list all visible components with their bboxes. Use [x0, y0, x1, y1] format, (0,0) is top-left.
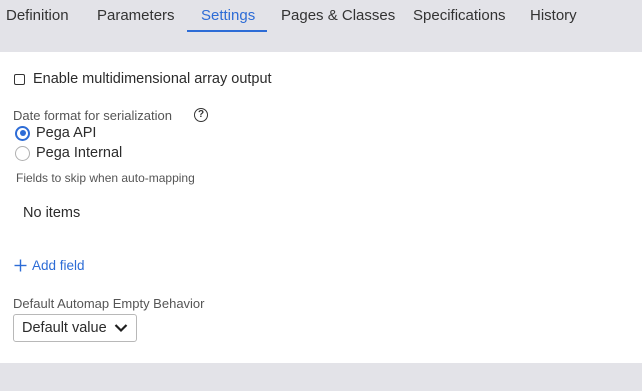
settings-panel: Enable multidimensional array output Dat…: [0, 52, 642, 363]
tab-pages-classes[interactable]: Pages & Classes: [281, 0, 395, 33]
tab-history[interactable]: History: [530, 0, 577, 33]
active-tab-indicator: [187, 30, 267, 32]
empty-list-text: No items: [23, 205, 81, 221]
add-field-button[interactable]: Add field: [14, 258, 85, 273]
tab-parameters[interactable]: Parameters: [97, 0, 175, 33]
multidim-array-checkbox[interactable]: [14, 73, 25, 85]
radio-pega-internal[interactable]: Pega Internal: [15, 144, 122, 162]
radio-pega-internal-label: Pega Internal: [36, 145, 123, 161]
radio-selected-icon[interactable]: [15, 125, 30, 141]
radio-pega-api-label: Pega API: [36, 125, 97, 141]
automap-behavior-select[interactable]: Default value: [13, 314, 137, 342]
chevron-down-icon: [114, 324, 128, 333]
question-circle-icon[interactable]: ?: [194, 108, 208, 122]
plus-icon: [14, 259, 27, 272]
radio-unselected-icon[interactable]: [15, 145, 30, 161]
add-field-label: Add field: [32, 258, 85, 273]
tab-settings[interactable]: Settings: [201, 0, 255, 33]
radio-pega-api[interactable]: Pega API: [15, 124, 96, 142]
skip-fields-label: Fields to skip when auto-mapping: [16, 171, 195, 185]
multidim-array-option[interactable]: Enable multidimensional array output: [14, 70, 272, 88]
automap-behavior-label: Default Automap Empty Behavior: [13, 296, 205, 311]
tab-bar: Definition Parameters Settings Pages & C…: [0, 0, 642, 52]
tab-definition[interactable]: Definition: [6, 0, 69, 33]
multidim-array-label: Enable multidimensional array output: [33, 71, 272, 87]
date-format-label: Date format for serialization: [13, 108, 172, 123]
automap-selected-value: Default value: [22, 320, 107, 336]
tab-specifications[interactable]: Specifications: [413, 0, 506, 33]
